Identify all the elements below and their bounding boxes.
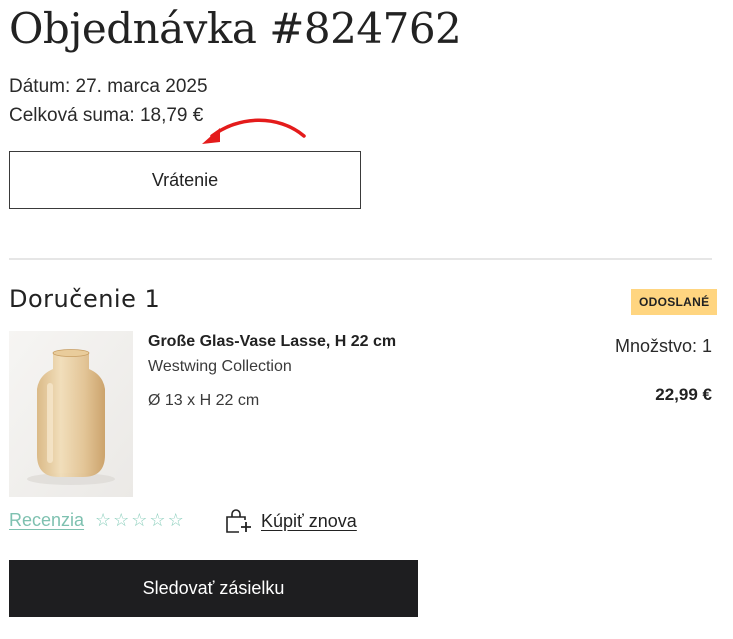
star-icon[interactable]: ☆	[168, 511, 184, 529]
review-link[interactable]: Recenzia	[9, 510, 84, 531]
rating-stars[interactable]: ☆ ☆ ☆ ☆ ☆	[95, 511, 184, 529]
delivery-title: Doručenie 1	[9, 285, 161, 313]
star-icon[interactable]: ☆	[113, 511, 129, 529]
order-total: Celková suma: 18,79 €	[9, 105, 204, 126]
star-icon[interactable]: ☆	[95, 511, 111, 529]
vase-product-image[interactable]	[9, 331, 133, 497]
product-brand: Westwing Collection	[148, 358, 292, 375]
add-to-cart-icon	[226, 509, 253, 534]
product-name[interactable]: Große Glas-Vase Lasse, H 22 cm	[148, 333, 396, 351]
order-date: Dátum: 27. marca 2025	[9, 76, 208, 97]
star-icon[interactable]: ☆	[131, 511, 147, 529]
status-badge: ODOSLANÉ	[631, 289, 718, 315]
track-shipment-button[interactable]: Sledovať zásielku	[9, 560, 418, 617]
product-quantity: Množstvo: 1	[614, 336, 712, 356]
star-icon[interactable]: ☆	[149, 511, 165, 529]
buy-again-button[interactable]: Kúpiť znova	[225, 508, 357, 534]
annotation-arrow-icon	[202, 118, 306, 144]
product-dimensions: Ø 13 x H 22 cm	[148, 392, 260, 409]
buy-again-label[interactable]: Kúpiť znova	[261, 511, 357, 532]
page-title: Objednávka #824762	[9, 4, 462, 53]
product-price: 22,99 €	[655, 385, 712, 404]
return-button[interactable]: Vrátenie	[9, 151, 361, 209]
section-divider	[9, 258, 712, 260]
